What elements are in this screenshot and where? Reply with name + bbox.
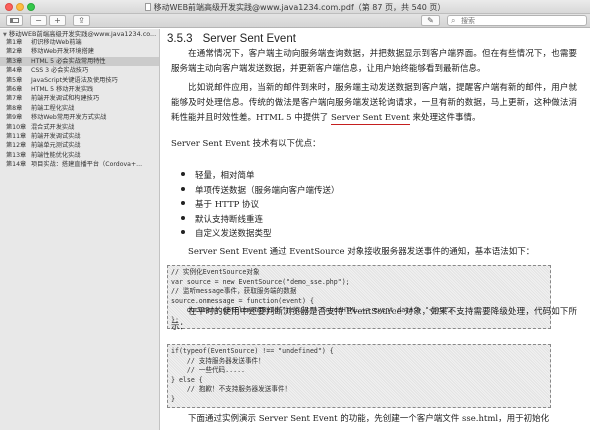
bullet-icon	[181, 201, 185, 206]
paragraph-example: 比如说邮件应用，当新的邮件到来时，服务端主动发送数据到客户端，提醒客户端有新的邮…	[171, 81, 577, 126]
toc-item[interactable]: 第6章 HTML 5 移动开发实践	[0, 85, 159, 94]
toc-chapter-title: 混合式开发实战	[31, 123, 75, 131]
toc-chapter-title: 前端开发调试实战	[31, 132, 81, 140]
pdf-page: 3.5.3 Server Sent Event 在通常情况下，客户端主动向服务端查…	[161, 29, 590, 430]
toc-chapter-number: 第11章	[6, 132, 27, 140]
search-field[interactable]: ⌕	[447, 15, 587, 26]
feature-list-item: 单项传送数据（服务端向客户端传送）	[181, 184, 340, 199]
zoom-out-button[interactable]: −	[30, 15, 47, 26]
toc-chapter-number: 第5章	[6, 76, 23, 84]
toc-chapter-title: 初识移动Web前端	[31, 39, 82, 46]
paragraph-example-tail: 来处理这件事情。	[409, 113, 481, 123]
toc-item[interactable]: 第13章 前端性能优化实战	[0, 151, 159, 160]
markup-button[interactable]: ✎	[421, 15, 440, 26]
toc-chapter-title: 移动Web常用开发方式实战	[31, 114, 107, 122]
underlined-term: Server Sent Event	[330, 113, 410, 125]
toc-item[interactable]: 第9章 移动Web常用开发方式实战	[0, 113, 159, 122]
toc-item[interactable]: 第4章 CSS 3 必会实战技巧	[0, 66, 159, 75]
toc-item[interactable]: 第14章 项目实战：搭建直播平台（Cordova+...	[0, 160, 159, 169]
toc-item[interactable]: 第10章 混合式开发实战	[0, 123, 159, 132]
section-number: 3.5.3	[167, 33, 193, 45]
disclosure-triangle-icon[interactable]: ▼	[3, 31, 7, 38]
zoom-in-button[interactable]: +	[49, 15, 66, 26]
toc-chapter-title: 移动Web开发环境搭建	[31, 48, 94, 56]
toc-item[interactable]: 第7章 前端开发调试和构建技巧	[0, 94, 159, 103]
sidebar-toggle-button[interactable]	[6, 15, 23, 26]
toc-chapter-title: HTML 5 必会实战常用特性	[31, 57, 106, 65]
section-title: Server Sent Event	[202, 33, 296, 45]
paragraph-syntax-text: Server Sent Event 通过 EventSource 对象接收服务器…	[188, 247, 535, 257]
toc-chapter-number: 第4章	[6, 67, 23, 75]
paragraph-fallback-text: 在平时的使用中还要判断浏览器是否支持 EventSource 对象，如果不支持需…	[171, 307, 577, 332]
feature-text: 基于 HTTP 协议	[195, 200, 260, 211]
bullet-icon	[181, 172, 185, 176]
feature-list-item: 轻量，相对简单	[181, 169, 340, 184]
toc-chapter-title: HTML 5 移动开发实践	[31, 85, 94, 93]
paragraph-advantages: Server Sent Event 技术有以下优点：	[171, 139, 321, 149]
feature-text: 轻量，相对简单	[195, 171, 255, 181]
section-heading: 3.5.3 Server Sent Event	[167, 33, 296, 45]
paragraph-demo-text: 下面通过实例演示 Server Sent Event 的功能，先创建一个客户端文…	[188, 414, 550, 424]
toc-item[interactable]: 第2章 移动Web开发环境搭建	[0, 47, 159, 56]
toc-chapter-number: 第6章	[6, 85, 23, 93]
toc-chapter-number: 第1章	[6, 39, 23, 46]
title-bar: 移动WEB前端高级开发实践@www.java1234.com.pdf（第 87 …	[0, 0, 590, 14]
feature-text: 默认支持断线重连	[195, 214, 264, 225]
toc-item[interactable]: 第3章 HTML 5 必会实战常用特性	[0, 56, 159, 67]
paragraph-intro-text: 在通常情况下，客户端主动向服务端查询数据，并把数据显示到客户端界面。但在有些情况…	[171, 49, 577, 74]
pdf-document-icon	[144, 3, 151, 11]
paragraph-syntax: Server Sent Event 通过 EventSource 对象接收服务器…	[171, 245, 577, 260]
toc-chapter-number: 第12章	[6, 142, 27, 150]
toc-chapter-title: 前端性能优化实战	[31, 151, 81, 159]
search-icon: ⌕	[451, 16, 456, 25]
toc-chapter-number: 第13章	[6, 151, 27, 159]
sidebar-toggle-icon-bar	[10, 18, 13, 23]
toc-item[interactable]: 第11章 前端开发调试实战	[0, 132, 159, 141]
toc-chapter-title: 前端工程化实战	[31, 104, 75, 112]
toc-chapter-number: 第9章	[6, 114, 23, 122]
paragraph-intro: 在通常情况下，客户端主动向服务端查询数据，并把数据显示到客户端界面。但在有些情况…	[171, 47, 577, 77]
feature-list-item: 基于 HTTP 协议	[181, 198, 340, 213]
feature-list: 轻量，相对简单单项传送数据（服务端向客户端传送） 基于 HTTP 协议 默认支持断线…	[181, 169, 340, 242]
paragraph-fallback: 在平时的使用中还要判断浏览器是否支持 EventSource 对象，如果不支持需…	[171, 305, 577, 335]
bullet-icon	[181, 186, 185, 191]
toc-item[interactable]: 第12章 前端单元测试实战	[0, 141, 159, 150]
window-title: 移动WEB前端高级开发实践@www.java1234.com.pdf（第 87 …	[0, 2, 590, 13]
toc-root-item[interactable]: ▼ 移动WEB前端高级开发实践@www.java1234.co...	[0, 29, 159, 38]
toc-sidebar: ▼ 移动WEB前端高级开发实践@www.java1234.co... 第1章 初识移…	[0, 29, 160, 430]
share-button[interactable]: ⇪	[73, 15, 90, 26]
toc-chapter-title: 前端开发调试和构建技巧	[31, 95, 100, 103]
toc-chapter-number: 第2章	[6, 48, 23, 56]
toc-chapter-number: 第7章	[6, 95, 23, 103]
bullet-icon	[181, 230, 185, 235]
toc-item[interactable]: 第1章 初识移动Web前端	[0, 38, 159, 47]
toc-item[interactable]: 第8章 前端工程化实战	[0, 104, 159, 113]
window-title-text: 移动WEB前端高级开发实践@www.java1234.com.pdf（第 87 …	[153, 3, 446, 12]
feature-list-item: 默认支持断线重连	[181, 213, 340, 228]
bullet-icon	[181, 215, 185, 220]
toc-chapter-number: 第8章	[6, 104, 23, 112]
toc-chapter-title: JavaScript关键语法及使用技巧	[31, 76, 118, 84]
toc-chapter-number: 第10章	[6, 123, 27, 131]
feature-text: 单项传送数据（服务端向客户端传送）	[195, 185, 340, 196]
toc-list: 第1章 初识移动Web前端 第2章 移动Web开发环境搭建 第3章 HTML 5 必会实战…	[0, 38, 159, 169]
toc-chapter-title: 前端单元测试实战	[31, 142, 81, 150]
toc-chapter-number: 第14章	[6, 161, 27, 169]
toc-chapter-number: 第3章	[6, 57, 23, 65]
toc-root-label: 移动WEB前端高级开发实践@www.java1234.co...	[8, 30, 157, 38]
toolbar: − + ⇪ ✎ ⌕	[0, 14, 590, 28]
feature-list-item: 自定义发送数据类型	[181, 227, 340, 242]
paragraph-demo: 下面通过实例演示 Server Sent Event 的功能，先创建一个客户端文…	[171, 412, 577, 427]
search-input[interactable]	[461, 16, 583, 25]
feature-text: 自定义发送数据类型	[195, 229, 272, 240]
code-block-support-check: if(typeof(EventSource) !== "undefined") …	[167, 344, 551, 408]
toc-item[interactable]: 第5章 JavaScript关键语法及使用技巧	[0, 76, 159, 85]
toc-chapter-title: CSS 3 必会实战技巧	[31, 67, 89, 75]
toc-chapter-title: 项目实战：搭建直播平台（Cordova+...	[31, 161, 143, 169]
